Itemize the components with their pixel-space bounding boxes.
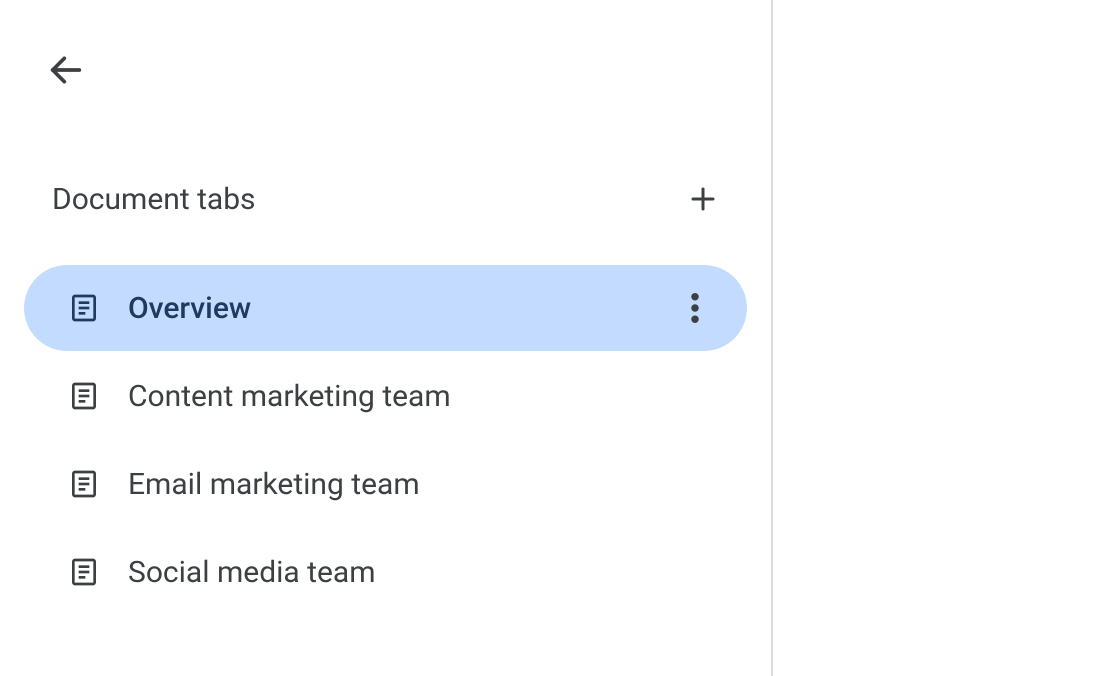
document-icon [68,468,100,500]
tab-item-social-media[interactable]: Social media team [24,529,747,615]
content-area [773,0,1096,676]
tab-label: Overview [128,291,673,326]
more-vert-icon [691,293,699,323]
tab-item-content-marketing[interactable]: Content marketing team [24,353,747,439]
add-tab-button[interactable] [679,175,727,223]
plus-icon [688,184,718,214]
document-icon [68,380,100,412]
arrow-left-icon [46,50,86,90]
document-tabs-sidebar: Document tabs Overview [0,0,773,676]
tab-item-overview[interactable]: Overview [24,265,747,351]
tab-label: Content marketing team [128,379,717,414]
document-icon [68,292,100,324]
section-header: Document tabs [38,175,733,223]
tab-item-email-marketing[interactable]: Email marketing team [24,441,747,527]
tab-label: Social media team [128,555,717,590]
tabs-list: Overview Content marketing team [24,265,747,615]
document-icon [68,556,100,588]
tab-label: Email marketing team [128,467,717,502]
section-title: Document tabs [52,182,256,217]
back-button[interactable] [41,45,91,95]
tab-more-button[interactable] [673,286,717,330]
